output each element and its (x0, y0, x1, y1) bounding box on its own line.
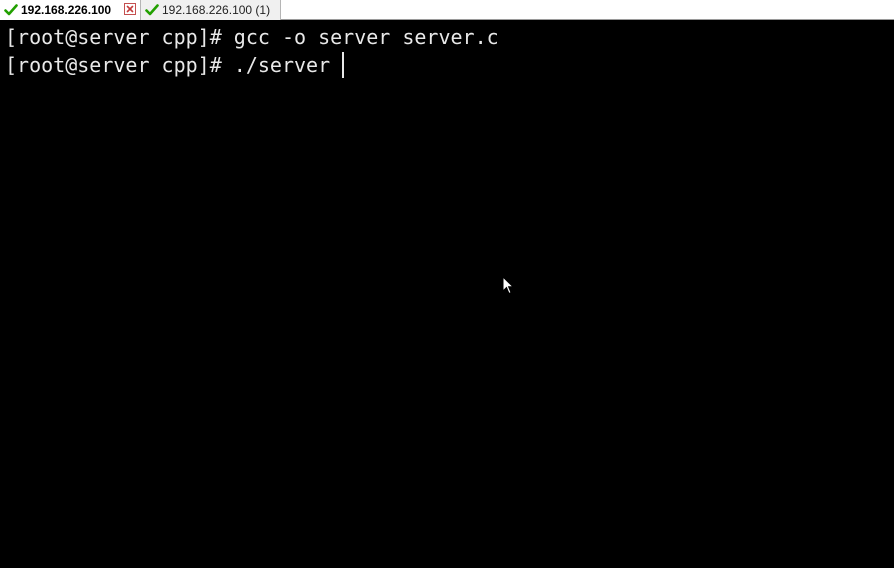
terminal-line-text: [root@server cpp]# gcc -o server server.… (5, 25, 499, 49)
terminal-line-text: [root@server cpp]# ./server (5, 53, 343, 77)
check-icon (145, 3, 159, 17)
tab-label: 192.168.226.100 (1) (162, 3, 271, 17)
tab-session-2[interactable]: 192.168.226.100 (1) (141, 0, 281, 20)
check-icon (4, 3, 18, 17)
terminal-line: [root@server cpp]# ./server (5, 52, 345, 78)
session-tab-bar: 192.168.226.100 192.168.226.100 (1) (0, 0, 894, 20)
tab-session-1[interactable]: 192.168.226.100 (0, 0, 141, 20)
terminal-output[interactable]: [root@server cpp]# gcc -o server server.… (0, 21, 894, 568)
text-cursor (342, 52, 345, 78)
mouse-pointer-icon (502, 275, 515, 301)
terminal-line: [root@server cpp]# gcc -o server server.… (5, 24, 499, 50)
close-tab-icon[interactable] (124, 3, 136, 15)
tab-label: 192.168.226.100 (21, 3, 112, 17)
